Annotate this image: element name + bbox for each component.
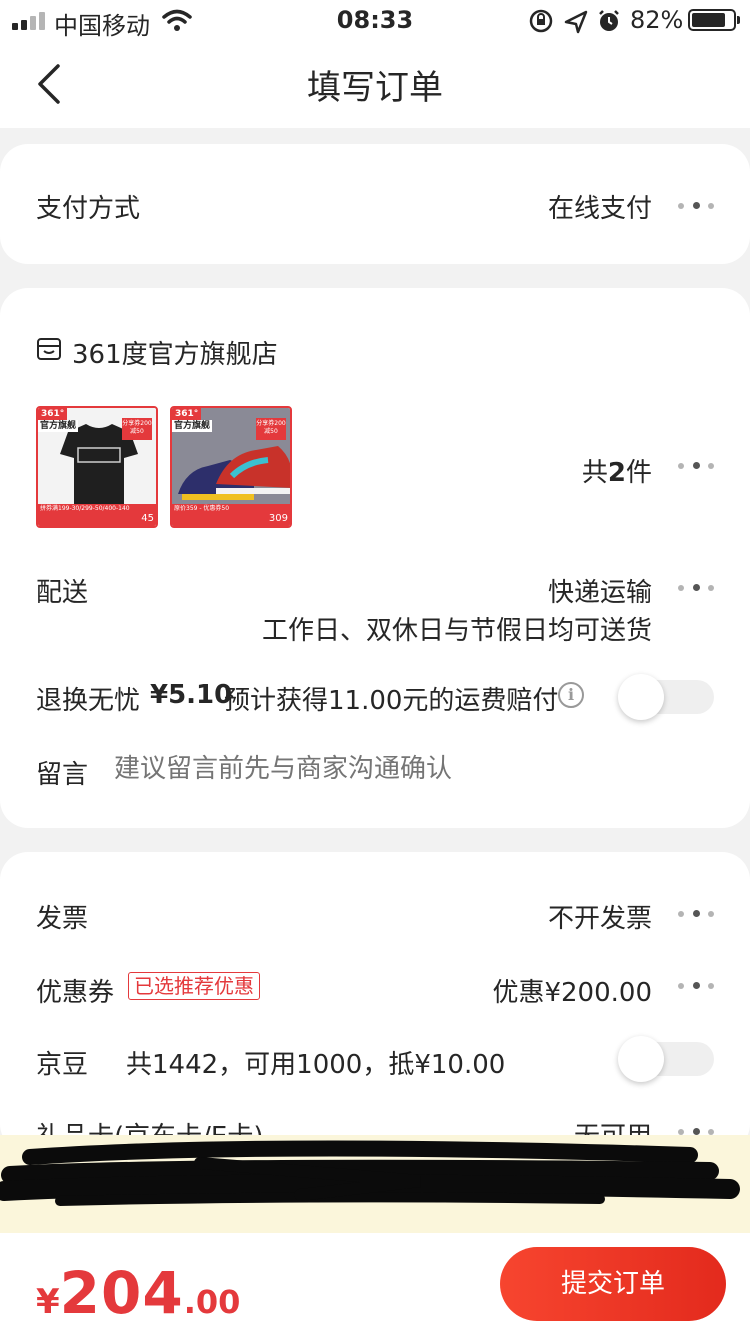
flagship-tag: 官方旗舰	[172, 420, 213, 432]
page-title: 填写订单	[307, 68, 443, 108]
more-icon[interactable]	[678, 202, 714, 210]
message-label: 留言	[36, 760, 89, 790]
invoice-label: 发票	[36, 904, 89, 934]
product-thumbnail-tshirt[interactable]: 361° 官方旗舰 分享券200减50 拼券满199-30/299-50/400…	[36, 406, 158, 528]
brand-tag: 361°	[172, 408, 202, 420]
battery-icon	[688, 9, 740, 31]
store-card: 361度官方旗舰店 361° 官方旗舰 分享券200减50 拼券满199-30/…	[0, 288, 750, 828]
return-insurance-desc: 预计获得11.00元的运费赔付	[224, 686, 559, 716]
price-badge: 309	[268, 513, 288, 524]
item-count[interactable]: 共2件	[582, 452, 652, 489]
price-badge: 45	[141, 513, 154, 524]
item-count-number: 2	[607, 458, 626, 488]
jingdou-desc: 共1442，可用1000，抵¥10.00	[126, 1050, 506, 1080]
item-count-suffix: 件	[625, 458, 652, 488]
more-icon[interactable]	[678, 584, 714, 592]
more-icon[interactable]	[678, 910, 714, 918]
share-coupon-tag: 分享券200减50	[256, 418, 286, 440]
delivery-method[interactable]: 快递运输	[548, 572, 652, 609]
more-icon[interactable]	[678, 982, 714, 990]
product-thumbnail-shoes[interactable]: 361° 官方旗舰 分享券200减50 原价359 - 优惠券50 309	[170, 406, 292, 528]
price-decimal: .00	[183, 1283, 241, 1321]
nav-bar: 填写订单	[0, 40, 750, 128]
delivery-label: 配送	[36, 578, 89, 608]
store-icon	[37, 338, 61, 360]
return-insurance-toggle[interactable]	[618, 674, 714, 720]
invoice-card: 发票 不开发票 优惠券 已选推荐优惠 优惠¥200.00 京豆 共1442，可用…	[0, 852, 750, 1152]
status-icons	[529, 9, 619, 34]
info-icon[interactable]: i	[558, 682, 584, 708]
total-price: ¥204.00	[36, 1259, 240, 1327]
redaction-scribble	[0, 1140, 740, 1206]
payment-value: 在线支付	[547, 194, 652, 224]
message-input[interactable]	[114, 746, 694, 792]
item-count-prefix: 共	[581, 458, 608, 488]
more-icon[interactable]	[678, 462, 714, 470]
jingdou-toggle[interactable]	[618, 1036, 714, 1082]
share-coupon-tag: 分享券200减50	[122, 418, 152, 440]
coupon-value[interactable]: 优惠¥200.00	[492, 972, 652, 1009]
rotation-lock-icon	[529, 9, 553, 33]
return-insurance-price: ¥5.10	[150, 680, 233, 710]
promo-footer: 拼券满199-30/299-50/400-140	[38, 504, 156, 526]
coupon-recommend-tag: 已选推荐优惠	[128, 972, 260, 1000]
return-insurance-row: 退换无忧 ¥5.10 预计获得11.00元的运费赔付 i	[0, 642, 750, 752]
coupon-label: 优惠券	[36, 978, 115, 1008]
currency-symbol: ¥	[36, 1282, 60, 1322]
price-integer: 204	[59, 1259, 184, 1327]
payment-card[interactable]: 支付方式 在线支付	[0, 144, 750, 264]
bottom-bar: ¥204.00 提交订单	[0, 1233, 750, 1334]
notice-bar	[0, 1135, 750, 1233]
alarm-icon	[599, 10, 619, 31]
status-bar: 中国移动 08:33 82%	[0, 0, 750, 40]
store-name[interactable]: 361度官方旗舰店	[72, 334, 278, 371]
payment-label: 支付方式	[36, 194, 141, 224]
battery-percentage: 82%	[630, 6, 684, 34]
brand-tag: 361°	[38, 408, 68, 420]
submit-order-button[interactable]: 提交订单	[500, 1247, 726, 1321]
location-icon	[564, 10, 588, 34]
return-insurance-label: 退换无忧	[36, 686, 141, 716]
invoice-value[interactable]: 不开发票	[548, 898, 652, 935]
jingdou-label: 京豆	[36, 1050, 89, 1080]
flagship-tag: 官方旗舰	[38, 420, 79, 432]
